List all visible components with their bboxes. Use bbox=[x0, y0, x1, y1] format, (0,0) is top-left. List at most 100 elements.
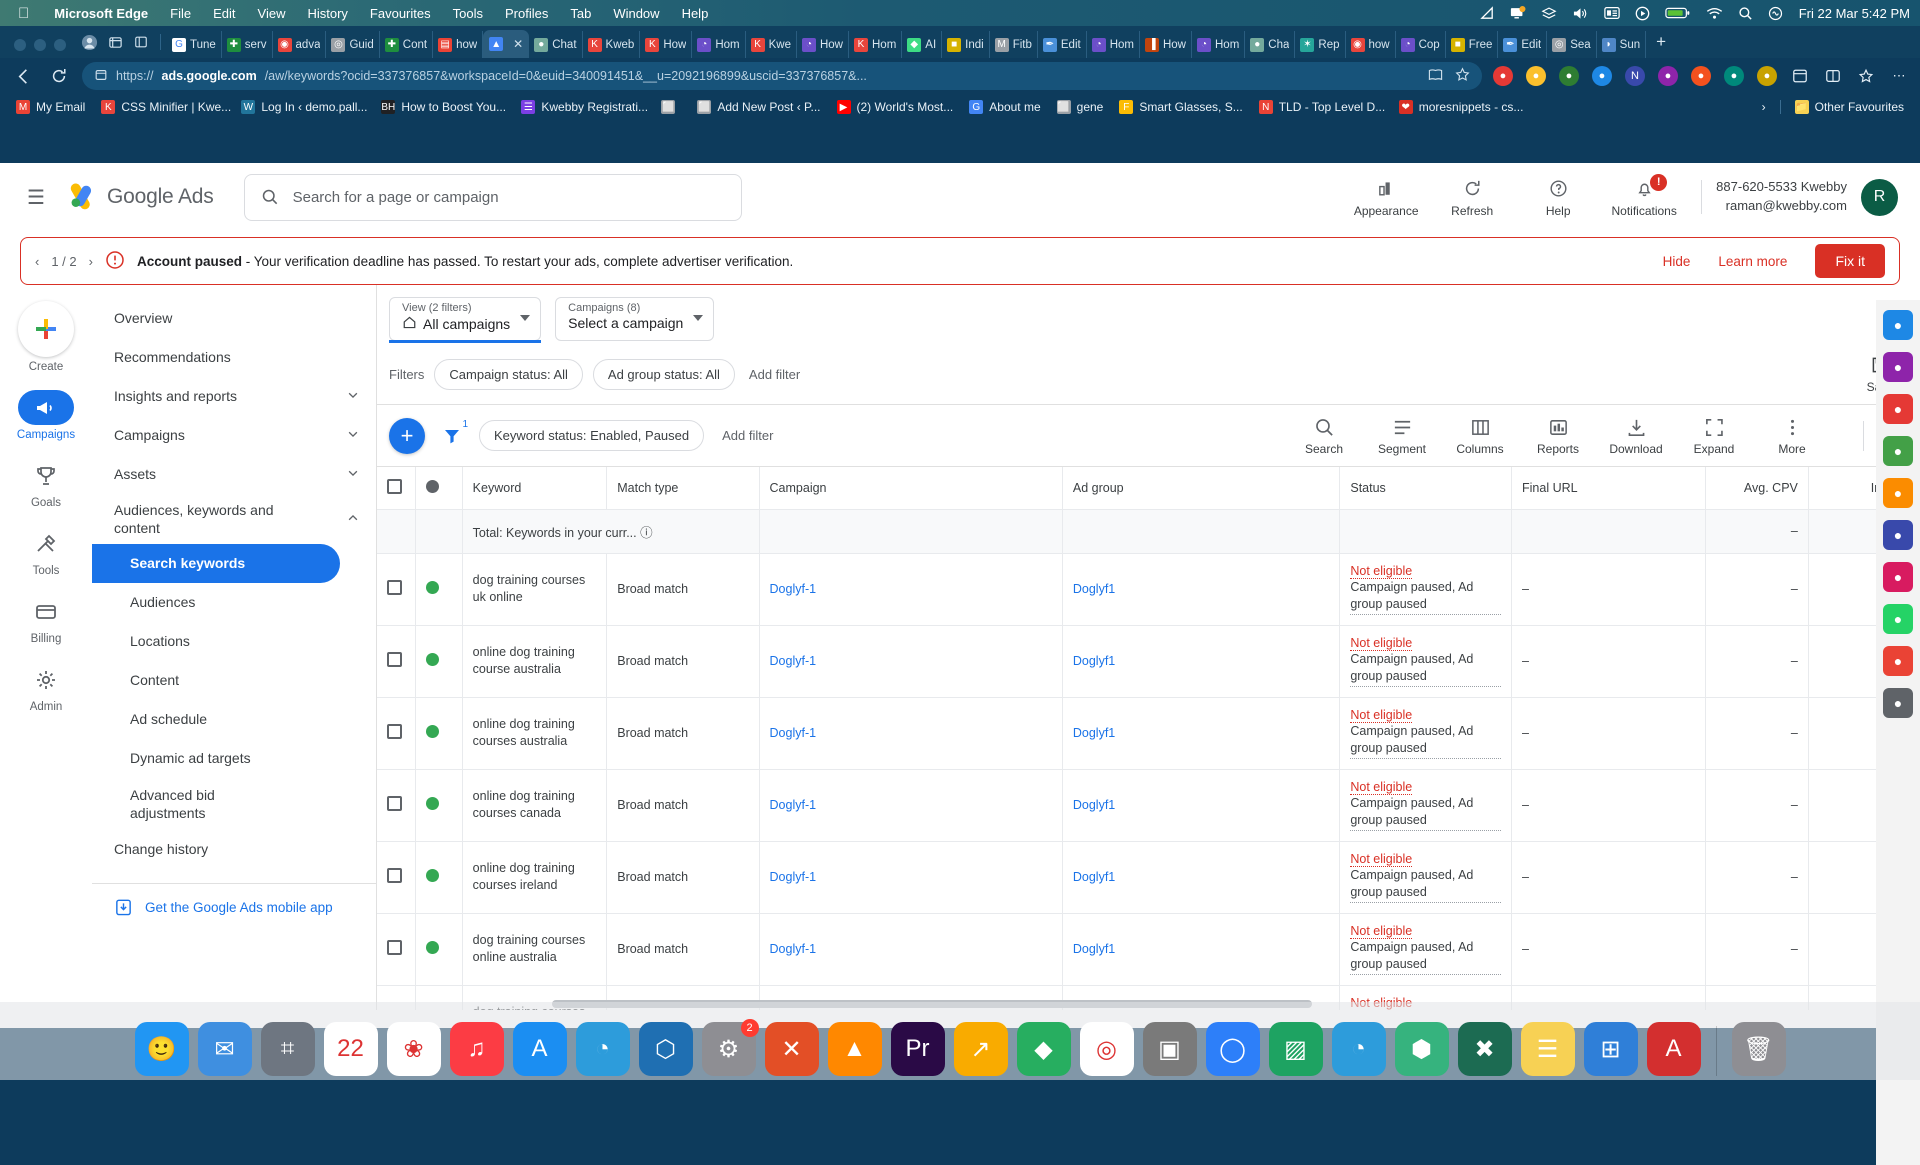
maximize-window-button[interactable] bbox=[54, 39, 66, 51]
search-icon[interactable] bbox=[1738, 6, 1753, 21]
help-circle-icon[interactable]: ⓘ bbox=[640, 526, 653, 540]
dock-music-icon[interactable]: ♫ bbox=[450, 1022, 504, 1076]
toolbar-reports-button[interactable]: Reports bbox=[1519, 415, 1597, 456]
table-row[interactable]: dog training courses uk onlineBroad matc… bbox=[377, 553, 1920, 625]
fix-it-button[interactable]: Fix it bbox=[1815, 244, 1885, 278]
menu-item-tools[interactable]: Tools bbox=[442, 6, 494, 21]
rail-item-billing[interactable]: Billing bbox=[0, 594, 92, 645]
whatsapp-icon[interactable]: ● bbox=[1883, 604, 1913, 634]
dock-mail-icon[interactable]: ✉ bbox=[198, 1022, 252, 1076]
sidebar-item-assets[interactable]: Assets bbox=[92, 455, 376, 494]
keywords-table-container[interactable]: Keyword Match type Campaign Ad group Sta… bbox=[377, 466, 1920, 1010]
col-match-type[interactable]: Match type bbox=[607, 467, 759, 509]
extension-green-icon[interactable]: ● bbox=[1558, 65, 1580, 87]
cell-ad-group[interactable]: Doglyf1 bbox=[1062, 841, 1340, 913]
window-controls[interactable] bbox=[8, 39, 76, 58]
browser-tab-12[interactable]: ◔How bbox=[797, 31, 849, 58]
close-tab-icon[interactable]: ✕ bbox=[513, 37, 523, 51]
dock-vlc-icon[interactable]: ▲ bbox=[828, 1022, 882, 1076]
browser-tab-25[interactable]: ■Free bbox=[1446, 31, 1499, 58]
toolbar-columns-button[interactable]: Columns bbox=[1441, 415, 1519, 456]
browser-tab-3[interactable]: ◎Guid bbox=[326, 31, 379, 58]
google-ads-logo[interactable]: Google Ads bbox=[68, 182, 214, 212]
avatar[interactable]: R bbox=[1861, 179, 1898, 216]
cell-campaign[interactable]: Doglyf-1 bbox=[759, 625, 1062, 697]
select-all-checkbox[interactable] bbox=[387, 479, 402, 494]
browser-tab-9[interactable]: KHow bbox=[640, 31, 692, 58]
row-checkbox[interactable] bbox=[387, 652, 402, 667]
col-ad-group[interactable]: Ad group bbox=[1062, 467, 1340, 509]
row-checkbox[interactable] bbox=[387, 796, 402, 811]
cell-ad-group[interactable]: Doglyf1 bbox=[1062, 697, 1340, 769]
browser-tab-23[interactable]: ◉how bbox=[1346, 31, 1396, 58]
volume-icon[interactable] bbox=[1572, 6, 1589, 21]
gmail-icon[interactable]: ● bbox=[1883, 646, 1913, 676]
other-favourites-folder[interactable]: 📁 Other Favourites bbox=[1787, 100, 1912, 114]
dock-safari-icon[interactable]: ◎ bbox=[1080, 1022, 1134, 1076]
col-final-url[interactable]: Final URL bbox=[1512, 467, 1706, 509]
dock-windows-icon[interactable]: ⊞ bbox=[1584, 1022, 1638, 1076]
extension-yellow-icon[interactable]: ● bbox=[1525, 65, 1547, 87]
dock-photos-icon[interactable]: ❀ bbox=[387, 1022, 441, 1076]
campaign-link[interactable]: Doglyf-1 bbox=[770, 726, 817, 740]
menu-item-microsoft-edge[interactable]: Microsoft Edge bbox=[43, 6, 159, 21]
cell-ad-group[interactable]: Doglyf1 bbox=[1062, 769, 1340, 841]
browser-tab-1[interactable]: ✚serv bbox=[222, 31, 273, 58]
mobile-app-link[interactable]: Get the Google Ads mobile app bbox=[92, 884, 376, 917]
cell-campaign[interactable]: Doglyf-1 bbox=[759, 697, 1062, 769]
office-icon[interactable]: ● bbox=[1883, 562, 1913, 592]
sidebar-item-change-history[interactable]: Change history bbox=[92, 830, 376, 869]
cell-ad-group[interactable]: Doglyf1 bbox=[1062, 913, 1340, 985]
sidebar-subitem-advanced-bid-adjustments[interactable]: Advanced bid adjustments bbox=[92, 778, 376, 830]
campaign-link[interactable]: Doglyf-1 bbox=[770, 942, 817, 956]
toolbar-add-filter-button[interactable]: Add filter bbox=[722, 428, 773, 443]
browser-tab-16[interactable]: MFitb bbox=[990, 31, 1038, 58]
bookmark-8[interactable]: GAbout me bbox=[961, 100, 1048, 114]
search-icon[interactable]: ● bbox=[1883, 352, 1913, 382]
cell-campaign[interactable]: Doglyf-1 bbox=[759, 913, 1062, 985]
bookmark-5[interactable]: ⬜ bbox=[653, 100, 689, 114]
menu-item-edit[interactable]: Edit bbox=[202, 6, 246, 21]
browser-tab-11[interactable]: KKwe bbox=[746, 31, 797, 58]
menu-item-tab[interactable]: Tab bbox=[559, 6, 602, 21]
filter-chip-keyword-status[interactable]: Keyword status: Enabled, Paused bbox=[479, 420, 704, 451]
rail-item-create[interactable]: Create bbox=[0, 301, 92, 373]
browser-tab-7[interactable]: ●Chat bbox=[529, 31, 582, 58]
more-options-icon[interactable]: ⋯ bbox=[1888, 65, 1910, 87]
extension-teal-icon[interactable]: ● bbox=[1723, 65, 1745, 87]
tab-list-icon[interactable] bbox=[128, 29, 154, 55]
new-tab-button[interactable]: + bbox=[1646, 32, 1676, 58]
chevron-down-icon[interactable] bbox=[520, 315, 530, 321]
toolbar-download-button[interactable]: Download bbox=[1597, 415, 1675, 456]
minimize-window-button[interactable] bbox=[34, 39, 46, 51]
col-campaign[interactable]: Campaign bbox=[759, 467, 1062, 509]
sidebar-item-insights-and-reports[interactable]: Insights and reports bbox=[92, 377, 376, 416]
row-checkbox-cell[interactable] bbox=[377, 913, 416, 985]
cell-campaign[interactable]: Doglyf-1 bbox=[759, 553, 1062, 625]
dock-crypto-icon[interactable]: ⬢ bbox=[1395, 1022, 1449, 1076]
shopping-icon[interactable]: ● bbox=[1883, 394, 1913, 424]
row-checkbox-cell[interactable] bbox=[377, 553, 416, 625]
dock-xmind-icon[interactable]: ✖ bbox=[1458, 1022, 1512, 1076]
app-search-input[interactable]: Search for a page or campaign bbox=[244, 174, 742, 221]
bookmark-11[interactable]: NTLD - Top Level D... bbox=[1251, 100, 1391, 114]
browser-tab-19[interactable]: ▐How bbox=[1140, 31, 1192, 58]
apple-logo-icon[interactable]:  bbox=[10, 5, 43, 22]
bookmark-4[interactable]: ☰Kwebby Registrati... bbox=[513, 100, 653, 114]
help-button[interactable]: Help bbox=[1515, 177, 1601, 218]
browser-tab-27[interactable]: ◎Sea bbox=[1547, 31, 1596, 58]
adgroup-link[interactable]: Doglyf1 bbox=[1073, 654, 1115, 668]
bookmark-6[interactable]: ⬜Add New Post ‹ P... bbox=[689, 100, 828, 114]
browser-tab-0[interactable]: GTune bbox=[167, 31, 222, 58]
campaign-link[interactable]: Doglyf-1 bbox=[770, 870, 817, 884]
row-checkbox-cell[interactable] bbox=[377, 625, 416, 697]
play-icon[interactable] bbox=[1635, 6, 1650, 21]
menu-item-favourites[interactable]: Favourites bbox=[359, 6, 442, 21]
browser-tab-15[interactable]: ■Indi bbox=[942, 31, 990, 58]
dock-premiere-icon[interactable]: Pr bbox=[891, 1022, 945, 1076]
rail-item-campaigns[interactable]: Campaigns bbox=[0, 390, 92, 441]
extension-purple-icon[interactable]: ● bbox=[1657, 65, 1679, 87]
layers-icon[interactable] bbox=[1541, 6, 1557, 21]
bookmark-1[interactable]: KCSS Minifier | Kwe... bbox=[93, 100, 233, 114]
browser-tab-8[interactable]: KKweb bbox=[583, 31, 641, 58]
